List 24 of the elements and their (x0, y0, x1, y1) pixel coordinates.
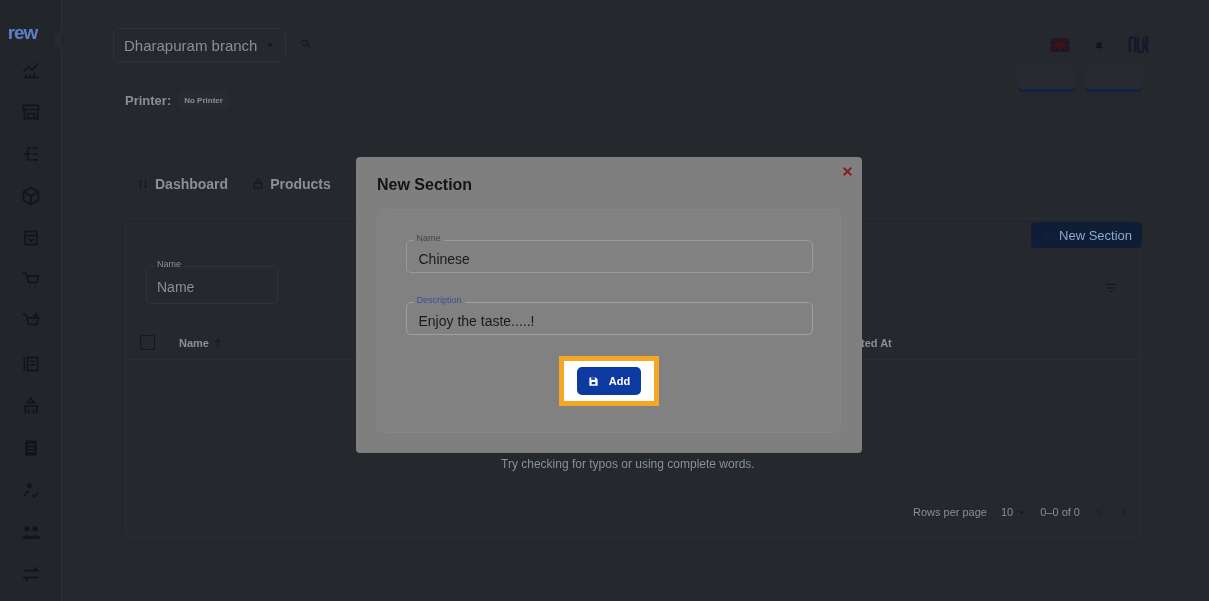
branch-select[interactable]: Dharapuram branch (113, 28, 287, 62)
field-label: Description (413, 295, 465, 305)
rows-per-page-label: Rows per page (913, 506, 987, 518)
field-label: Name (154, 259, 184, 269)
page-range: 0–0 of 0 (1040, 506, 1080, 518)
close-button[interactable] (841, 165, 854, 178)
name-filter-field[interactable]: Name (146, 266, 278, 304)
new-section-button[interactable]: New Section (1031, 222, 1142, 248)
add-button[interactable]: Add (576, 367, 642, 395)
tab[interactable]: Products (252, 176, 331, 196)
text-field[interactable]: Enjoy the taste.....! (405, 302, 813, 335)
dialog-title: New Section (377, 176, 473, 194)
column-header[interactable]: ted At (861, 337, 892, 349)
rows-per-page-select[interactable]: 10 (1001, 506, 1027, 518)
flag-icon[interactable] (1049, 35, 1071, 55)
close-icon (841, 165, 854, 178)
field-label: Name (413, 233, 444, 243)
text-field[interactable]: Chinese (405, 240, 813, 273)
save-icon (587, 375, 599, 387)
column-header[interactable]: Name (179, 336, 209, 349)
tab[interactable]: Dashboard (137, 176, 229, 196)
app-logo: rew (7, 22, 38, 44)
printer-label: Printer: (125, 93, 172, 108)
empty-message: Try checking for typos or using complete words. (501, 457, 755, 471)
